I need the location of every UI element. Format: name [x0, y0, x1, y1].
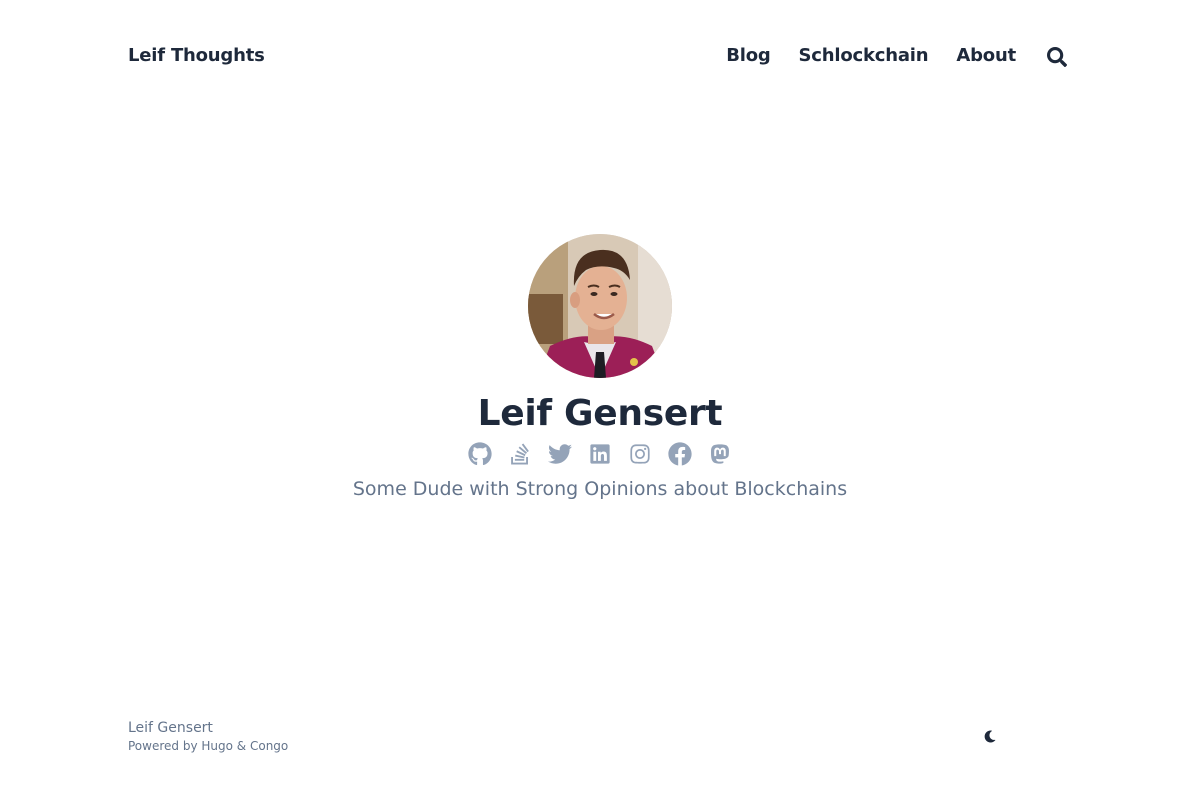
instagram-icon [630, 444, 650, 464]
footer-copyright: Leif Gensert [128, 720, 213, 736]
page: Leif Thoughts Blog Schlockchain About Le… [0, 0, 1200, 800]
twitter-icon [548, 444, 572, 464]
social-link-mastodon[interactable] [708, 442, 732, 466]
author-avatar [528, 234, 672, 378]
social-link-facebook[interactable] [668, 442, 692, 466]
facebook-icon [668, 442, 692, 466]
author-photo [528, 234, 672, 378]
search-icon [1047, 47, 1067, 67]
moon-icon [984, 730, 996, 742]
main-nav: Blog Schlockchain About [698, 42, 1068, 68]
linkedin-icon [590, 444, 610, 464]
nav-link-blog[interactable]: Blog [726, 45, 771, 66]
author-name: Leif Gensert [477, 393, 723, 434]
social-link-linkedin[interactable] [588, 442, 612, 466]
theme-toggle-button[interactable] [982, 728, 998, 744]
site-title-link[interactable]: Leif Thoughts [128, 45, 265, 66]
social-link-stack-overflow[interactable] [508, 442, 532, 466]
author-tagline: Some Dude with Strong Opinions about Blo… [352, 478, 848, 500]
congo-link[interactable]: Congo [250, 739, 288, 753]
powered-by-amp: & [232, 739, 250, 753]
social-links [460, 440, 740, 468]
site-header: Leif Thoughts Blog Schlockchain About [128, 38, 1068, 72]
search-button[interactable] [1046, 46, 1068, 68]
social-link-twitter[interactable] [548, 442, 572, 466]
hugo-link[interactable]: Hugo [201, 739, 233, 753]
author-profile: Leif Gensert Some Dude with Strong Opini… [0, 234, 1200, 500]
site-footer: Leif Gensert Powered by Hugo & Congo [128, 718, 1068, 754]
mastodon-icon [711, 444, 729, 464]
footer-powered-by: Powered by Hugo & Congo [128, 738, 288, 754]
social-link-instagram[interactable] [628, 442, 652, 466]
footer-credits: Leif Gensert Powered by Hugo & Congo [128, 718, 288, 754]
powered-by-prefix: Powered by [128, 739, 202, 753]
github-icon [468, 442, 492, 466]
stack-overflow-icon [511, 443, 529, 465]
social-link-github[interactable] [468, 442, 492, 466]
nav-link-about[interactable]: About [956, 45, 1016, 66]
nav-link-schlockchain[interactable]: Schlockchain [799, 45, 929, 66]
